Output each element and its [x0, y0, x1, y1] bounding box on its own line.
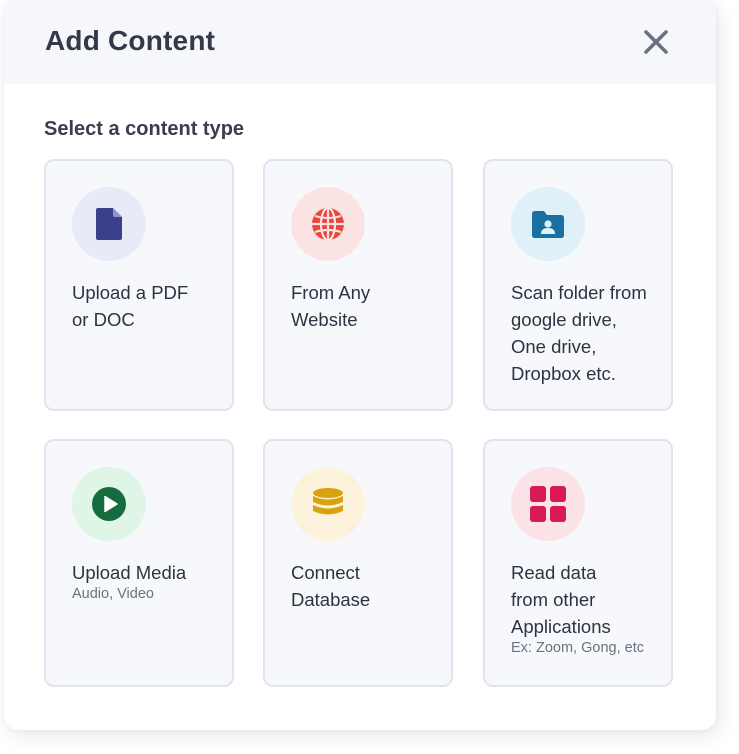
- database-icon: [313, 488, 343, 515]
- card-label: Connect Database: [291, 562, 371, 610]
- document-icon-circle: [72, 187, 146, 261]
- globe-icon: [312, 206, 344, 242]
- dialog-title: Add Content: [45, 25, 216, 56]
- database-icon-circle: [291, 467, 365, 541]
- card-upload-media[interactable]: Upload Media Audio, Video: [44, 439, 234, 687]
- close-button[interactable]: [640, 26, 672, 58]
- card-label: Upload a PDF or DOC: [72, 282, 189, 330]
- card-upload-pdf[interactable]: Upload a PDF or DOC: [44, 159, 234, 411]
- card-label: Read data from other Applications: [511, 562, 611, 637]
- section-subtitle: Select a content type: [44, 118, 245, 140]
- apps-grid-icon-circle: [511, 467, 585, 541]
- globe-icon-circle: [291, 187, 365, 261]
- play-icon-circle: [72, 467, 146, 541]
- folder-user-icon-circle: [511, 187, 585, 261]
- card-label: Scan folder from google drive, One drive…: [511, 282, 647, 384]
- play-icon: [92, 487, 126, 521]
- card-label: Upload Media: [72, 562, 187, 583]
- card-read-apps[interactable]: Read data from other Applications Ex: Zo…: [483, 439, 673, 687]
- apps-grid-icon: [530, 486, 566, 522]
- card-label: From Any Website: [291, 282, 371, 330]
- card-sublabel: Audio, Video: [72, 586, 154, 602]
- card-scan-folder[interactable]: Scan folder from google drive, One drive…: [483, 159, 673, 411]
- document-icon: [96, 208, 122, 240]
- card-from-website[interactable]: From Any Website: [263, 159, 453, 411]
- dialog-header: Add Content: [4, 0, 716, 84]
- card-sublabel: Ex: Zoom, Gong, etc: [511, 640, 644, 656]
- close-icon: [644, 30, 668, 54]
- card-connect-database[interactable]: Connect Database: [263, 439, 453, 687]
- folder-user-icon: [532, 211, 564, 238]
- add-content-dialog: Add Content Select a content type Upload…: [4, 0, 716, 730]
